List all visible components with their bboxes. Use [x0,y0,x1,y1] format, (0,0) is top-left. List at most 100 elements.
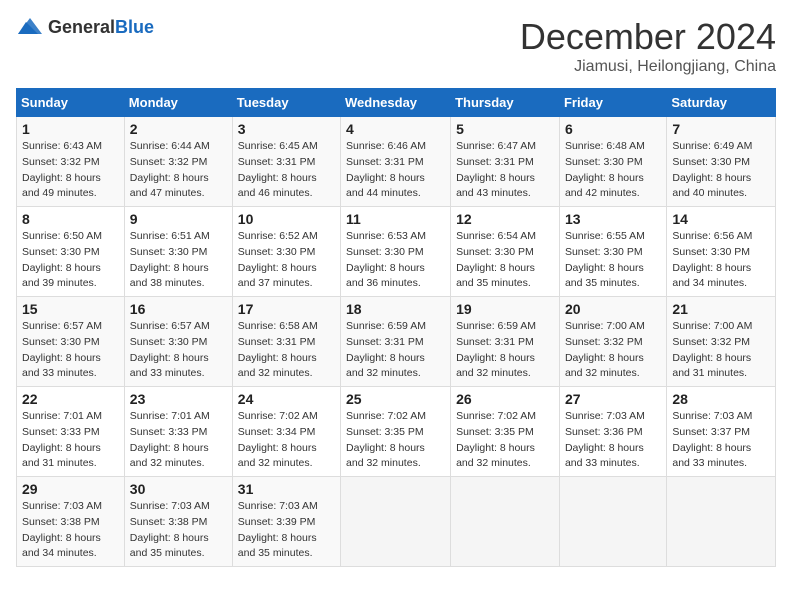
day-number: 11 [346,211,445,227]
calendar-cell: 12 Sunrise: 6:54 AMSunset: 3:30 PMDayligh… [451,207,560,297]
day-number: 23 [130,391,227,407]
calendar-day-header: Tuesday [232,89,340,117]
calendar-header-row: SundayMondayTuesdayWednesdayThursdayFrid… [17,89,776,117]
day-number: 12 [456,211,554,227]
day-info: Sunrise: 7:03 AMSunset: 3:37 PMDaylight:… [672,409,770,472]
calendar-day-header: Wednesday [341,89,451,117]
calendar-cell: 28 Sunrise: 7:03 AMSunset: 3:37 PMDayligh… [667,387,776,477]
title-block: December 2024 Jiamusi, Heilongjiang, Chi… [520,16,776,76]
day-number: 27 [565,391,661,407]
calendar-cell: 9 Sunrise: 6:51 AMSunset: 3:30 PMDaylight… [124,207,232,297]
calendar-cell: 11 Sunrise: 6:53 AMSunset: 3:30 PMDayligh… [341,207,451,297]
calendar-cell: 21 Sunrise: 7:00 AMSunset: 3:32 PMDayligh… [667,297,776,387]
calendar-cell: 18 Sunrise: 6:59 AMSunset: 3:31 PMDayligh… [341,297,451,387]
day-info: Sunrise: 7:02 AMSunset: 3:34 PMDaylight:… [238,409,335,472]
day-info: Sunrise: 6:55 AMSunset: 3:30 PMDaylight:… [565,229,661,292]
day-info: Sunrise: 7:02 AMSunset: 3:35 PMDaylight:… [346,409,445,472]
day-number: 22 [22,391,119,407]
day-info: Sunrise: 6:54 AMSunset: 3:30 PMDaylight:… [456,229,554,292]
day-info: Sunrise: 6:48 AMSunset: 3:30 PMDaylight:… [565,139,661,202]
calendar-cell: 17Sunrise: 6:58 AMSunset: 3:31 PMDayligh… [232,297,340,387]
calendar-cell: 16 Sunrise: 6:57 AMSunset: 3:30 PMDayligh… [124,297,232,387]
calendar-cell: 29 Sunrise: 7:03 AMSunset: 3:38 PMDayligh… [17,477,125,567]
day-info: Sunrise: 7:01 AMSunset: 3:33 PMDaylight:… [22,409,119,472]
day-number: 15 [22,301,119,317]
day-number: 26 [456,391,554,407]
day-number: 9 [130,211,227,227]
day-number: 25 [346,391,445,407]
day-info: Sunrise: 7:00 AMSunset: 3:32 PMDaylight:… [672,319,770,382]
calendar-cell: 22 Sunrise: 7:01 AMSunset: 3:33 PMDayligh… [17,387,125,477]
logo-icon [16,16,44,38]
calendar-cell: 5 Sunrise: 6:47 AMSunset: 3:31 PMDaylight… [451,117,560,207]
day-number: 21 [672,301,770,317]
calendar-day-header: Sunday [17,89,125,117]
calendar-week-row: 15 Sunrise: 6:57 AMSunset: 3:30 PMDayligh… [17,297,776,387]
day-info: Sunrise: 6:56 AMSunset: 3:30 PMDaylight:… [672,229,770,292]
day-info: Sunrise: 7:03 AMSunset: 3:39 PMDaylight:… [238,499,335,562]
day-info: Sunrise: 6:45 AMSunset: 3:31 PMDaylight:… [238,139,335,202]
calendar-cell: 23 Sunrise: 7:01 AMSunset: 3:33 PMDayligh… [124,387,232,477]
day-info: Sunrise: 6:59 AMSunset: 3:31 PMDaylight:… [346,319,445,382]
day-info: Sunrise: 6:44 AMSunset: 3:32 PMDaylight:… [130,139,227,202]
calendar-cell: 30Sunrise: 7:03 AMSunset: 3:38 PMDayligh… [124,477,232,567]
logo-text: GeneralBlue [48,17,154,38]
logo: GeneralBlue [16,16,154,38]
day-number: 4 [346,121,445,137]
day-info: Sunrise: 6:57 AMSunset: 3:30 PMDaylight:… [22,319,119,382]
day-number: 29 [22,481,119,497]
day-info: Sunrise: 6:47 AMSunset: 3:31 PMDaylight:… [456,139,554,202]
calendar-cell: 24 Sunrise: 7:02 AMSunset: 3:34 PMDayligh… [232,387,340,477]
calendar-cell [341,477,451,567]
calendar-week-row: 22 Sunrise: 7:01 AMSunset: 3:33 PMDayligh… [17,387,776,477]
calendar-day-header: Monday [124,89,232,117]
calendar-cell: 4Sunrise: 6:46 AMSunset: 3:31 PMDaylight… [341,117,451,207]
calendar-week-row: 8Sunrise: 6:50 AMSunset: 3:30 PMDaylight… [17,207,776,297]
day-number: 16 [130,301,227,317]
calendar-cell: 19Sunrise: 6:59 AMSunset: 3:31 PMDayligh… [451,297,560,387]
day-number: 24 [238,391,335,407]
calendar-cell: 31 Sunrise: 7:03 AMSunset: 3:39 PMDayligh… [232,477,340,567]
calendar-cell: 8Sunrise: 6:50 AMSunset: 3:30 PMDaylight… [17,207,125,297]
calendar-cell: 2Sunrise: 6:44 AMSunset: 3:32 PMDaylight… [124,117,232,207]
day-info: Sunrise: 7:01 AMSunset: 3:33 PMDaylight:… [130,409,227,472]
day-number: 10 [238,211,335,227]
day-info: Sunrise: 7:03 AMSunset: 3:38 PMDaylight:… [22,499,119,562]
calendar-cell [559,477,666,567]
calendar-day-header: Thursday [451,89,560,117]
logo-general: General [48,17,115,37]
calendar-day-header: Saturday [667,89,776,117]
day-info: Sunrise: 7:00 AMSunset: 3:32 PMDaylight:… [565,319,661,382]
calendar-cell: 26 Sunrise: 7:02 AMSunset: 3:35 PMDayligh… [451,387,560,477]
day-number: 5 [456,121,554,137]
day-number: 31 [238,481,335,497]
day-info: Sunrise: 7:03 AMSunset: 3:38 PMDaylight:… [130,499,227,562]
day-info: Sunrise: 6:53 AMSunset: 3:30 PMDaylight:… [346,229,445,292]
day-number: 18 [346,301,445,317]
day-number: 28 [672,391,770,407]
day-number: 14 [672,211,770,227]
day-info: Sunrise: 7:03 AMSunset: 3:36 PMDaylight:… [565,409,661,472]
calendar-day-header: Friday [559,89,666,117]
day-info: Sunrise: 6:59 AMSunset: 3:31 PMDaylight:… [456,319,554,382]
day-info: Sunrise: 6:52 AMSunset: 3:30 PMDaylight:… [238,229,335,292]
calendar-week-row: 1 Sunrise: 6:43 AMSunset: 3:32 PMDaylight… [17,117,776,207]
day-number: 6 [565,121,661,137]
calendar-cell: 10 Sunrise: 6:52 AMSunset: 3:30 PMDayligh… [232,207,340,297]
day-number: 3 [238,121,335,137]
day-number: 7 [672,121,770,137]
calendar-cell: 3 Sunrise: 6:45 AMSunset: 3:31 PMDaylight… [232,117,340,207]
day-number: 13 [565,211,661,227]
day-info: Sunrise: 6:57 AMSunset: 3:30 PMDaylight:… [130,319,227,382]
day-number: 1 [22,121,119,137]
page-header: GeneralBlue December 2024 Jiamusi, Heilo… [16,16,776,76]
day-info: Sunrise: 7:02 AMSunset: 3:35 PMDaylight:… [456,409,554,472]
day-info: Sunrise: 6:43 AMSunset: 3:32 PMDaylight:… [22,139,119,202]
calendar-week-row: 29 Sunrise: 7:03 AMSunset: 3:38 PMDayligh… [17,477,776,567]
month-title: December 2024 [520,16,776,58]
day-number: 17 [238,301,335,317]
calendar-cell: 20Sunrise: 7:00 AMSunset: 3:32 PMDayligh… [559,297,666,387]
calendar-cell [667,477,776,567]
calendar-cell: 6 Sunrise: 6:48 AMSunset: 3:30 PMDaylight… [559,117,666,207]
day-info: Sunrise: 6:51 AMSunset: 3:30 PMDaylight:… [130,229,227,292]
